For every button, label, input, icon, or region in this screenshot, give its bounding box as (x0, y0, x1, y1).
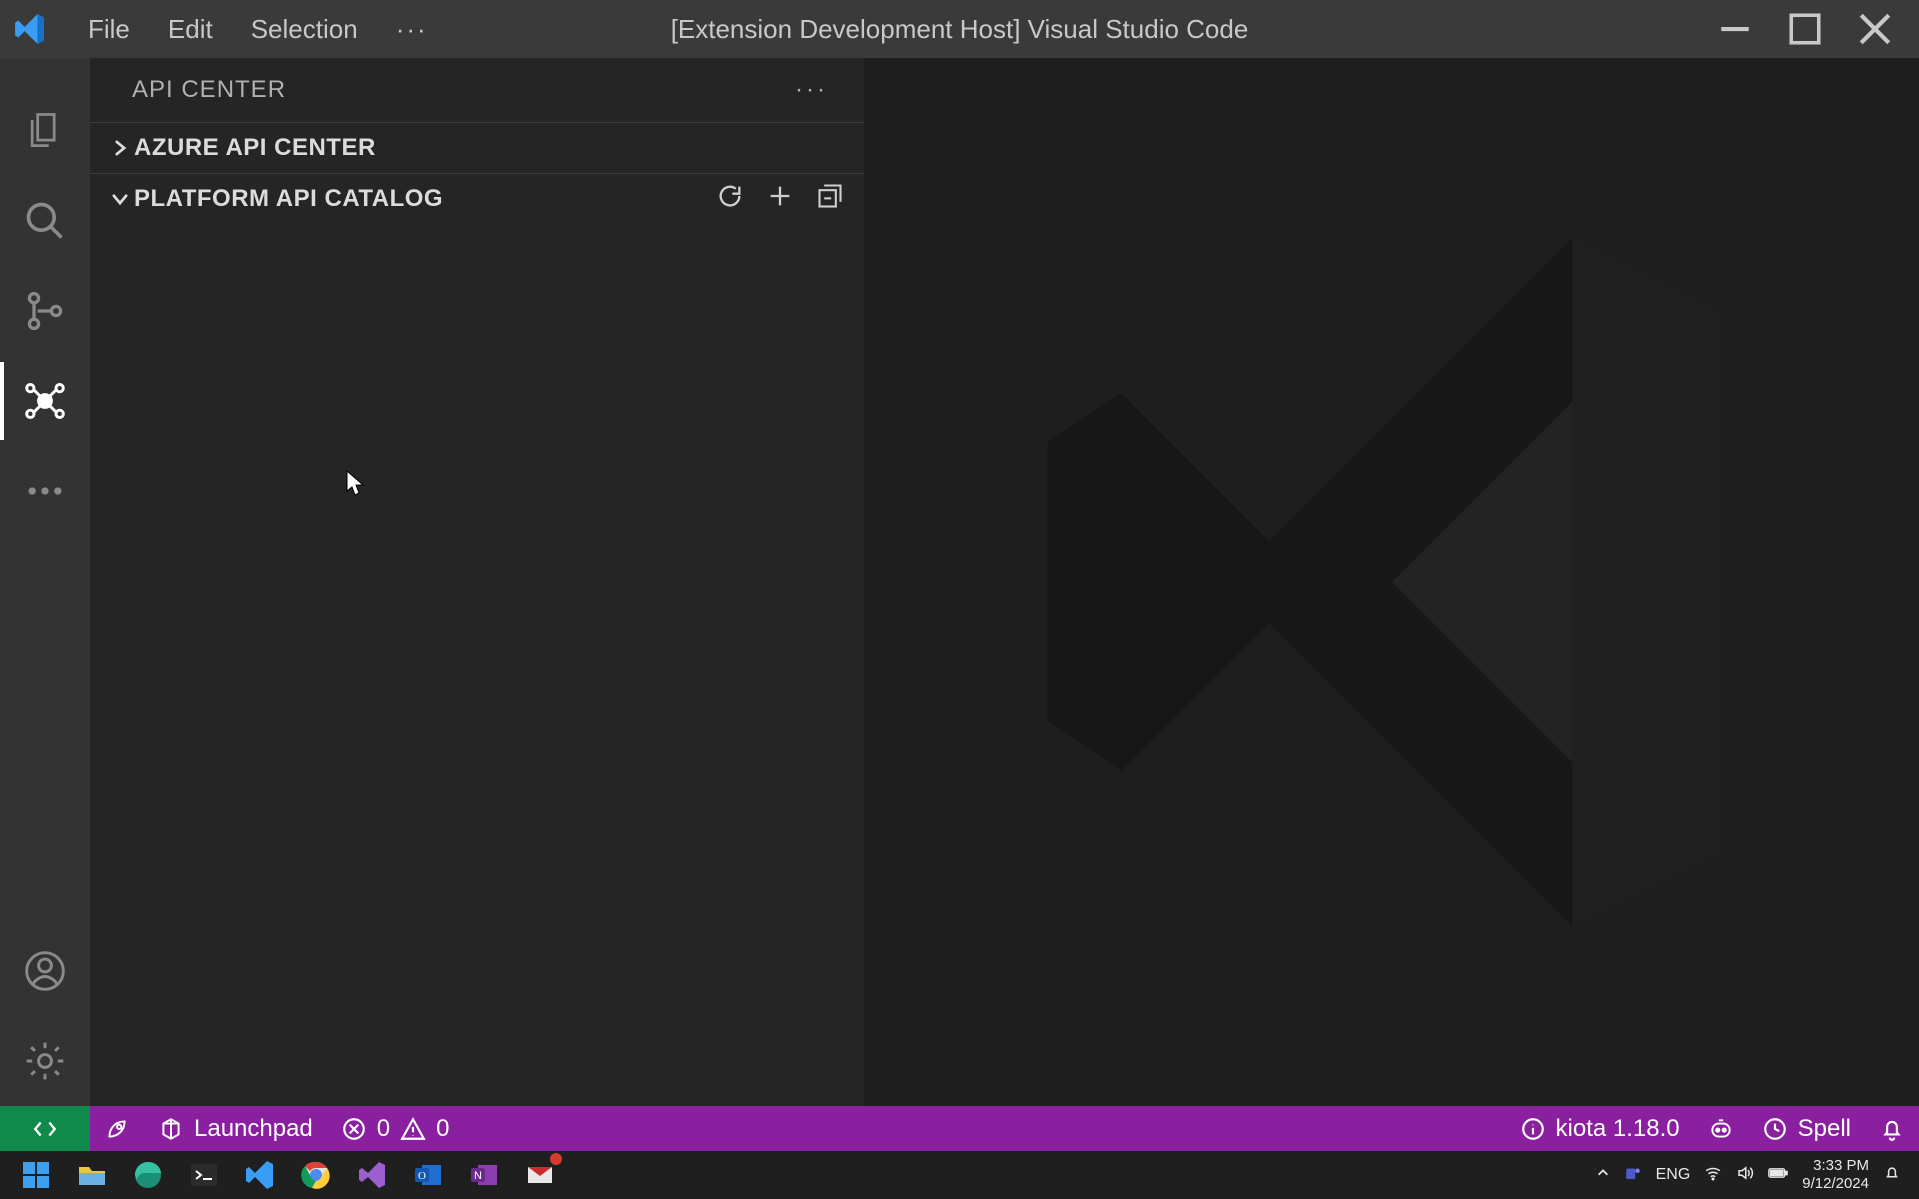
status-launchpad-label: Launchpad (194, 1115, 313, 1143)
vscode-icon[interactable] (236, 1155, 284, 1195)
tray-clock[interactable]: 3:33 PM 9/12/2024 (1802, 1157, 1869, 1193)
tray-time: 3:33 PM (1802, 1157, 1869, 1175)
menu-selection[interactable]: Selection (251, 14, 358, 45)
tray-wifi-icon[interactable] (1704, 1164, 1722, 1187)
account-icon[interactable] (0, 926, 90, 1016)
history-icon (1762, 1116, 1788, 1142)
svg-text:N: N (474, 1170, 482, 1182)
section-label: PLATFORM API CATALOG (134, 185, 443, 213)
terminal-icon[interactable] (180, 1155, 228, 1195)
window-close-button[interactable] (1853, 7, 1897, 51)
windows-taskbar: O N ENG 3:33 PM 9/12/2024 (0, 1151, 1919, 1199)
onenote-icon[interactable]: N (460, 1155, 508, 1195)
menu-edit[interactable]: Edit (168, 14, 213, 45)
window-minimize-button[interactable] (1713, 7, 1757, 51)
status-kiota[interactable]: kiota 1.18.0 (1506, 1115, 1694, 1143)
section-label: AZURE API CENTER (134, 134, 376, 162)
editor-area (865, 58, 1919, 1106)
copilot-icon[interactable] (1694, 1116, 1748, 1142)
tray-battery-icon[interactable] (1768, 1166, 1788, 1185)
explorer-icon[interactable] (0, 86, 90, 176)
tray-teams-icon[interactable] (1624, 1164, 1642, 1187)
status-problems[interactable]: 0 0 (327, 1115, 464, 1143)
status-spell-label: Spell (1798, 1115, 1851, 1143)
panel-more-icon[interactable]: ··· (795, 76, 840, 104)
windows-start-icon[interactable] (12, 1155, 60, 1195)
activity-bar (0, 58, 90, 1106)
api-center-icon[interactable] (0, 356, 90, 446)
tree-section-platform-api-catalog[interactable]: PLATFORM API CATALOG (90, 174, 864, 224)
sidebar: API CENTER ··· AZURE API CENTER PLATFORM… (90, 58, 865, 1106)
warning-icon (400, 1116, 426, 1142)
edge-icon[interactable] (124, 1155, 172, 1195)
window-maximize-button[interactable] (1783, 7, 1827, 51)
vscode-logo (0, 12, 60, 46)
file-explorer-icon[interactable] (68, 1155, 116, 1195)
status-launchpad[interactable]: Launchpad (144, 1115, 327, 1143)
status-rocket[interactable] (90, 1116, 144, 1142)
bell-icon[interactable] (1865, 1116, 1919, 1142)
outlook-icon[interactable]: O (404, 1155, 452, 1195)
info-icon (1520, 1116, 1546, 1142)
titlebar: File Edit Selection ··· [Extension Devel… (0, 0, 1919, 58)
panel-title: API CENTER (132, 76, 286, 104)
search-icon[interactable] (0, 176, 90, 266)
vscode-watermark-icon (982, 172, 1802, 992)
tray-volume-icon[interactable] (1736, 1164, 1754, 1187)
svg-text:O: O (418, 1170, 426, 1182)
tree-section-azure-api-center[interactable]: AZURE API CENTER (90, 123, 864, 173)
status-spell[interactable]: Spell (1748, 1115, 1865, 1143)
tray-notifications-icon[interactable] (1883, 1164, 1901, 1187)
settings-gear-icon[interactable] (0, 1016, 90, 1106)
collapse-all-icon[interactable] (816, 182, 844, 217)
status-kiota-label: kiota 1.18.0 (1556, 1115, 1680, 1143)
chrome-icon[interactable] (292, 1155, 340, 1195)
add-icon[interactable] (766, 182, 794, 217)
source-control-icon[interactable] (0, 266, 90, 356)
remote-indicator-icon[interactable] (0, 1106, 90, 1151)
status-bar: Launchpad 0 0 kiota 1.18.0 Spell (0, 1106, 1919, 1151)
tray-date: 9/12/2024 (1802, 1175, 1869, 1193)
visual-studio-icon[interactable] (348, 1155, 396, 1195)
system-tray: ENG 3:33 PM 9/12/2024 (1596, 1157, 1911, 1193)
chevron-down-icon (106, 188, 134, 210)
menu-file[interactable]: File (88, 14, 130, 45)
error-icon (341, 1116, 367, 1142)
more-icon[interactable] (0, 446, 90, 536)
refresh-icon[interactable] (716, 182, 744, 217)
error-count: 0 (377, 1115, 390, 1143)
mail-icon[interactable] (516, 1155, 564, 1195)
tray-chevron-up-icon[interactable] (1596, 1166, 1610, 1185)
chevron-right-icon (106, 137, 134, 159)
tray-language[interactable]: ENG (1656, 1166, 1691, 1184)
panel-header: API CENTER ··· (90, 58, 864, 122)
warning-count: 0 (436, 1115, 449, 1143)
menu-overflow[interactable]: ··· (396, 14, 428, 45)
